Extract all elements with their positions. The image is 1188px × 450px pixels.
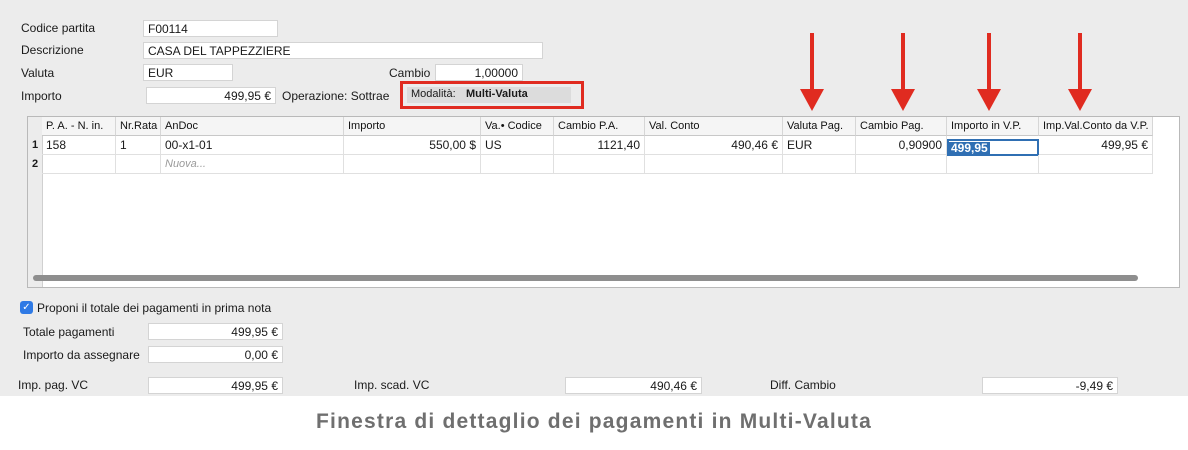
- table-cell-importo[interactable]: 550,00 $: [344, 136, 481, 155]
- column-header-val-conto[interactable]: Val. Conto: [645, 117, 783, 136]
- descrizione-label: Descrizione: [21, 43, 84, 57]
- table-cell-nr-rata[interactable]: [116, 155, 161, 174]
- modalita-label: Modalità:: [411, 88, 456, 100]
- column-header-cambio-pa[interactable]: Cambio P.A.: [554, 117, 645, 136]
- valuta-label: Valuta: [21, 66, 55, 80]
- imp-pag-vc-label: Imp. pag. VC: [18, 378, 89, 392]
- descrizione-field[interactable]: CASA DEL TAPPEZZIERE: [143, 42, 543, 59]
- column-header-importo[interactable]: Importo: [344, 117, 481, 136]
- column-header-valuta-pag[interactable]: Valuta Pag.: [783, 117, 856, 136]
- red-arrow-icon: [891, 33, 915, 111]
- column-header-pa[interactable]: P. A. - N. in.: [42, 117, 116, 136]
- diff-cambio-label: Diff. Cambio: [770, 378, 836, 392]
- table-cell-importo[interactable]: [344, 155, 481, 174]
- table-cell-valuta-codice[interactable]: [481, 155, 554, 174]
- table-cell-val-conto[interactable]: 490,46 €: [645, 136, 783, 155]
- payment-detail-window: Codice partita F00114 Descrizione CASA D…: [0, 0, 1188, 396]
- table-cell-valuta-pag[interactable]: EUR: [783, 136, 856, 155]
- codice-partita-field[interactable]: F00114: [143, 20, 278, 37]
- table-cell-andoc-new[interactable]: Nuova...: [161, 155, 344, 174]
- importo-label: Importo: [21, 89, 62, 103]
- table-cell-pa[interactable]: [42, 155, 116, 174]
- payments-table[interactable]: P. A. - N. in. Nr.Rata AnDoc Importo Va.…: [27, 116, 1180, 288]
- importo-assegnare-label: Importo da assegnare: [23, 348, 140, 362]
- red-arrow-icon: [1068, 33, 1092, 111]
- red-arrow-icon: [800, 33, 824, 111]
- modalita-value: Multi-Valuta: [466, 88, 528, 100]
- totale-pagamenti-field[interactable]: 499,95 €: [148, 323, 283, 340]
- valuta-field[interactable]: EUR: [143, 64, 233, 81]
- checkbox-checked-icon[interactable]: ✓: [20, 301, 33, 314]
- column-header-andoc[interactable]: AnDoc: [161, 117, 344, 136]
- imp-scad-vc-field[interactable]: 490,46 €: [565, 377, 702, 394]
- column-header-importo-vp[interactable]: Importo in V.P.: [947, 117, 1039, 136]
- importo-assegnare-field[interactable]: 0,00 €: [148, 346, 283, 363]
- table-cell-cambio-pag[interactable]: 0,90900: [856, 136, 947, 155]
- figure-caption: Finestra di dettaglio dei pagamenti in M…: [316, 410, 872, 433]
- table-cell-valuta-pag[interactable]: [783, 155, 856, 174]
- horizontal-scrollbar[interactable]: [33, 275, 1138, 281]
- table-cell-imp-val-conto-vp[interactable]: [1039, 155, 1153, 174]
- table-cell-importo-vp[interactable]: [947, 155, 1039, 174]
- imp-pag-vc-field[interactable]: 499,95 €: [148, 377, 283, 394]
- row-number: 2: [31, 158, 39, 170]
- selected-text: 499,95: [949, 141, 990, 155]
- column-header-valuta-codice[interactable]: Va.• Codice: [481, 117, 554, 136]
- imp-scad-vc-label: Imp. scad. VC: [354, 378, 430, 392]
- cambio-label: Cambio: [389, 66, 431, 80]
- table-cell-imp-val-conto-vp[interactable]: 499,95 €: [1039, 136, 1153, 155]
- table-cell-importo-vp-editing[interactable]: 499,95: [947, 139, 1039, 156]
- diff-cambio-field[interactable]: -9,49 €: [982, 377, 1118, 394]
- table-cell-val-conto[interactable]: [645, 155, 783, 174]
- operazione-text: Operazione: Sottrae: [282, 89, 390, 103]
- column-header-nr-rata[interactable]: Nr.Rata: [116, 117, 161, 136]
- modalita-highlight-box: Modalità: Multi-Valuta: [400, 81, 584, 109]
- importo-field[interactable]: 499,95 €: [146, 87, 276, 104]
- codice-partita-label: Codice partita: [21, 21, 96, 35]
- row-number: 1: [31, 139, 39, 151]
- table-cell-cambio-pa[interactable]: [554, 155, 645, 174]
- column-header-cambio-pag[interactable]: Cambio Pag.: [856, 117, 947, 136]
- table-cell-pa[interactable]: 158: [42, 136, 116, 155]
- table-cell-nr-rata[interactable]: 1: [116, 136, 161, 155]
- table-cell-andoc[interactable]: 00-x1-01: [161, 136, 344, 155]
- table-cell-valuta-codice[interactable]: US: [481, 136, 554, 155]
- column-header-imp-val-conto-vp[interactable]: Imp.Val.Conto da V.P.: [1039, 117, 1153, 136]
- red-arrow-icon: [977, 33, 1001, 111]
- table-cell-cambio-pa[interactable]: 1121,40: [554, 136, 645, 155]
- table-cell-cambio-pag[interactable]: [856, 155, 947, 174]
- totale-pagamenti-label: Totale pagamenti: [23, 325, 115, 339]
- proponi-totale-label: Proponi il totale dei pagamenti in prima…: [37, 301, 272, 315]
- cambio-field[interactable]: 1,00000: [435, 64, 523, 81]
